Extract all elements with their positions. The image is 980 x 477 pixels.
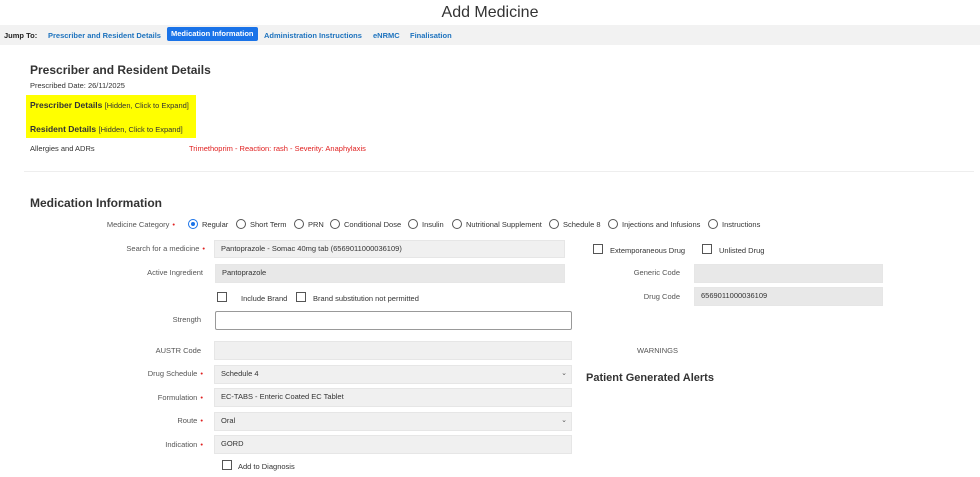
radio-icon [236,219,246,229]
category-radio-insulin[interactable]: Insulin [408,219,444,229]
indication-field[interactable]: GORD [214,435,572,454]
allergies-value: Trimethoprim - Reaction: rash - Severity… [189,144,366,153]
route-label: Route • [177,416,203,425]
jump-link-administration[interactable]: Administration Instructions [264,31,362,40]
formulation-label: Formulation • [157,393,203,402]
strength-label: Strength [172,315,201,324]
prescriber-details-toggle[interactable]: Prescriber Details [Hidden, Click to Exp… [30,100,189,110]
prescribed-date: Prescribed Date: 26/11/2025 [30,81,125,90]
section-divider [24,171,974,172]
search-label: Search for a medicine • [126,244,205,253]
austr-field [214,341,572,360]
prescriber-details-label: Prescriber Details [30,100,103,110]
resident-details-toggle[interactable]: Resident Details [Hidden, Click to Expan… [30,124,183,134]
unlisted-checkbox[interactable] [702,244,712,254]
schedule-select[interactable]: Schedule 4 ⌄ [214,365,572,384]
radio-icon [408,219,418,229]
strength-input[interactable] [215,311,572,330]
radio-icon [452,219,462,229]
allergies-label: Allergies and ADRs [30,144,95,153]
include-brand-checkbox[interactable] [217,292,227,302]
brand-substitution-label: Brand substitution not permitted [313,294,419,303]
jump-link-medication[interactable]: Medication Information [167,27,258,41]
jump-link-prescriber[interactable]: Prescriber and Resident Details [48,31,161,40]
radio-icon [608,219,618,229]
schedule-label: Drug Schedule • [147,369,203,378]
jump-to-label: Jump To: [4,31,38,40]
category-radio-prn[interactable]: PRN [294,219,324,229]
radio-selected-icon [188,219,198,229]
category-radio-injections[interactable]: Injections and Infusions [608,219,700,229]
prescriber-section-title: Prescriber and Resident Details [30,63,211,77]
route-select[interactable]: Oral ⌄ [214,412,572,431]
extemporaneous-label: Extemporaneous Drug [610,246,686,255]
warnings-label: WARNINGS [637,346,678,355]
resident-details-label: Resident Details [30,124,97,134]
formulation-field[interactable]: EC-TABS - Enteric Coated EC Tablet [214,388,572,407]
include-brand-label: Include Brand [241,294,288,303]
add-diagnosis-checkbox[interactable] [222,460,232,470]
jump-link-enrmc[interactable]: eNRMC [373,31,400,40]
extemporaneous-checkbox[interactable] [593,244,603,254]
brand-substitution-checkbox[interactable] [296,292,306,302]
add-diagnosis-label: Add to Diagnosis [238,462,295,471]
indication-label: Indication • [165,440,203,449]
schedule-value: Schedule 4 [221,369,259,378]
chevron-down-icon: ⌄ [561,417,567,424]
chevron-down-icon: ⌄ [561,370,567,377]
category-radio-conditional-dose[interactable]: Conditional Dose [330,219,401,229]
category-radio-schedule-8[interactable]: Schedule 8 [549,219,601,229]
active-ingredient-label: Active Ingredient [147,268,203,277]
medicine-search-input[interactable]: Pantoprazole - Somac 40mg tab (656901100… [214,240,565,258]
generic-code-field [694,264,883,283]
medication-section-title: Medication Information [30,196,162,210]
page-title: Add Medicine [441,4,539,21]
jump-link-finalisation[interactable]: Finalisation [410,31,452,40]
generic-code-label: Generic Code [633,268,680,277]
jump-to-bar: Jump To: Prescriber and Resident Details… [0,25,980,45]
patient-alerts-title: Patient Generated Alerts [586,372,714,384]
category-radio-nutritional[interactable]: Nutritional Supplement [452,219,542,229]
radio-icon [294,219,304,229]
unlisted-label: Unlisted Drug [719,246,765,255]
radio-icon [330,219,340,229]
radio-icon [708,219,718,229]
prescriber-details-hint: [Hidden, Click to Expand] [104,101,189,110]
radio-icon [549,219,559,229]
category-radio-regular[interactable]: Regular [188,219,228,229]
drug-code-field: 6569011000036109 [694,287,883,306]
active-ingredient-field: Pantoprazole [215,264,565,283]
resident-details-hint: [Hidden, Click to Expand] [98,125,183,134]
category-radio-short-term[interactable]: Short Term [236,219,287,229]
austr-label: AUSTR Code [155,346,201,355]
drug-code-label: Drug Code [643,292,680,301]
category-radio-instructions[interactable]: Instructions [708,219,760,229]
category-label: Medicine Category • [106,220,175,229]
route-value: Oral [221,416,236,425]
